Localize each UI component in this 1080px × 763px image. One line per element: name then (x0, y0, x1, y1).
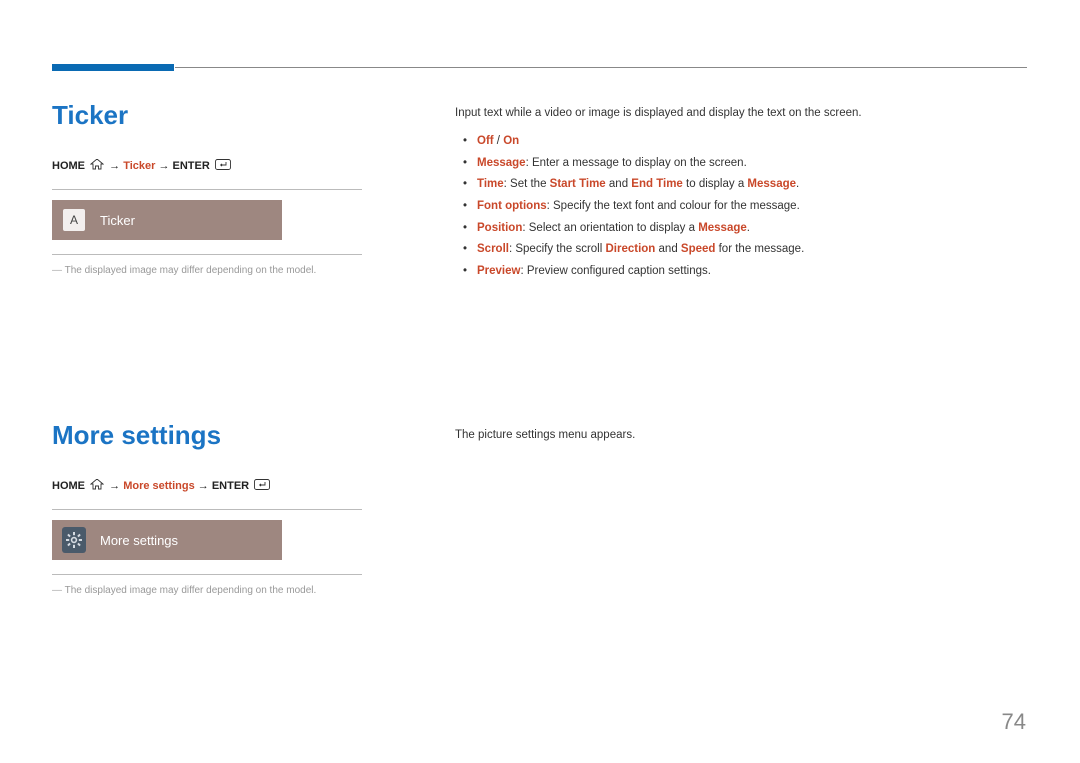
list-item: Off / On (455, 132, 1025, 152)
enter-icon (254, 479, 270, 493)
options-list: Off / On Message: Enter a message to dis… (455, 132, 1025, 281)
section-more-settings-left: More settings HOME → More settings → ENT… (52, 420, 412, 596)
heading-more-settings: More settings (52, 420, 412, 451)
section-ticker-right: Input text while a video or image is dis… (455, 104, 1025, 283)
menu-item-more-settings: More settings (52, 520, 282, 560)
arrow-icon: → (158, 160, 169, 172)
heading-ticker: Ticker (52, 100, 412, 131)
divider (52, 509, 362, 510)
list-item: Preview: Preview configured caption sett… (455, 262, 1025, 282)
list-item: Time: Set the Start Time and End Time to… (455, 175, 1025, 195)
arrow-icon: → (109, 480, 120, 492)
section-more-settings-right: The picture settings menu appears. (455, 426, 1025, 444)
arrow-icon: → (109, 160, 120, 172)
intro-text: Input text while a video or image is dis… (455, 104, 1025, 122)
menu-label: Ticker (100, 213, 135, 228)
arrow-icon: → (198, 480, 209, 492)
header-accent-bar (52, 64, 174, 71)
divider (52, 189, 362, 190)
note-text: The displayed image may differ depending… (52, 585, 412, 596)
list-item: Position: Select an orientation to displ… (455, 219, 1025, 239)
enter-icon (215, 159, 231, 173)
page-number: 74 (1002, 709, 1026, 735)
section-ticker-left: Ticker HOME → Ticker → ENTER A Ticker Th… (52, 100, 412, 276)
note-text: The displayed image may differ depending… (52, 265, 412, 276)
nav-enter-label: ENTER (173, 160, 210, 172)
breadcrumb-more-settings: HOME → More settings → ENTER (52, 479, 412, 493)
ticker-a-icon: A (62, 208, 86, 232)
list-item: Scroll: Specify the scroll Direction and… (455, 240, 1025, 260)
divider (52, 254, 362, 255)
nav-more-settings-label: More settings (123, 480, 195, 492)
nav-ticker-label: Ticker (123, 160, 155, 172)
home-icon (90, 479, 104, 493)
gear-icon (62, 528, 86, 552)
home-icon (90, 159, 104, 173)
header-rule (175, 67, 1027, 68)
nav-home-label: HOME (52, 160, 85, 172)
nav-enter-label: ENTER (212, 480, 249, 492)
breadcrumb-ticker: HOME → Ticker → ENTER (52, 159, 412, 173)
nav-home-label: HOME (52, 480, 85, 492)
menu-item-ticker: A Ticker (52, 200, 282, 240)
body-text: The picture settings menu appears. (455, 426, 1025, 444)
divider (52, 574, 362, 575)
list-item: Message: Enter a message to display on t… (455, 154, 1025, 174)
list-item: Font options: Specify the text font and … (455, 197, 1025, 217)
menu-label: More settings (100, 533, 178, 548)
